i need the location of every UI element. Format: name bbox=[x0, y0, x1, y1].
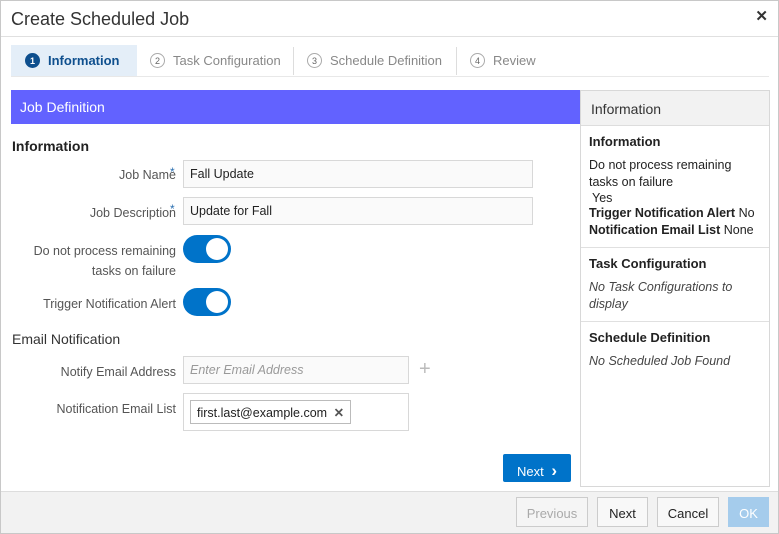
summary-task-section: Task Configuration No Task Configuration… bbox=[581, 248, 769, 322]
step-number: 2 bbox=[150, 53, 165, 68]
step-review[interactable]: 4 Review bbox=[470, 45, 550, 76]
summary-trigger-label: Trigger Notification Alert bbox=[589, 206, 736, 220]
step-train: 1 Information 2 Task Configuration 3 Sch… bbox=[11, 45, 769, 77]
step-task-configuration[interactable]: 2 Task Configuration bbox=[150, 45, 290, 76]
toggle-knob bbox=[206, 291, 228, 313]
dialog-titlebar: Create Scheduled Job ✕ bbox=[1, 1, 778, 37]
summary-schedule-section: Schedule Definition No Scheduled Job Fou… bbox=[581, 322, 769, 378]
step-label: Information bbox=[48, 53, 120, 68]
close-icon[interactable]: ✕ bbox=[755, 7, 768, 25]
no-process-label-line2: tasks on failure bbox=[91, 264, 176, 278]
next-step-button[interactable]: Next › bbox=[503, 454, 571, 482]
notify-email-input[interactable]: Enter Email Address bbox=[183, 356, 409, 384]
job-description-label: Job Description bbox=[89, 206, 176, 220]
summary-schedule-title: Schedule Definition bbox=[589, 330, 711, 345]
job-name-label: Job Name bbox=[119, 168, 176, 182]
summary-email-list-label: Notification Email List bbox=[589, 223, 721, 237]
job-definition-header: Job Definition bbox=[11, 90, 580, 124]
remove-email-icon[interactable]: ✕ bbox=[334, 406, 344, 420]
email-chip-text: first.last@example.com bbox=[197, 406, 328, 420]
required-indicator: * bbox=[170, 165, 175, 179]
step-schedule-definition[interactable]: 3 Schedule Definition bbox=[307, 45, 457, 76]
summary-header: Information bbox=[581, 91, 769, 126]
dialog-footer: Previous Next Cancel OK bbox=[1, 491, 778, 533]
summary-trigger-value: No bbox=[738, 206, 755, 220]
footer-next-button[interactable]: Next bbox=[597, 497, 648, 527]
step-divider bbox=[456, 47, 457, 75]
create-scheduled-job-dialog: Create Scheduled Job ✕ 1 Information 2 T… bbox=[0, 0, 779, 534]
chevron-right-icon: › bbox=[551, 461, 558, 480]
job-name-input[interactable]: Fall Update bbox=[183, 160, 533, 188]
summary-task-text: No Task Configurations to display bbox=[589, 280, 733, 311]
summary-task-title: Task Configuration bbox=[589, 256, 707, 271]
information-summary-panel: Information Information Do not process r… bbox=[580, 90, 770, 487]
step-number: 4 bbox=[470, 53, 485, 68]
step-number: 3 bbox=[307, 53, 322, 68]
summary-schedule-text: No Scheduled Job Found bbox=[589, 354, 731, 368]
step-label: Review bbox=[493, 53, 536, 68]
summary-no-process-label: Do not process remaining tasks on failur… bbox=[589, 158, 732, 189]
trigger-alert-label: Trigger Notification Alert bbox=[43, 297, 176, 311]
previous-button[interactable]: Previous bbox=[516, 497, 588, 527]
step-label: Schedule Definition bbox=[330, 53, 443, 68]
no-process-label-line1: Do not process remaining bbox=[33, 244, 176, 258]
dialog-title: Create Scheduled Job bbox=[11, 9, 190, 29]
add-email-icon[interactable]: + bbox=[419, 358, 431, 381]
summary-email-list-value: None bbox=[723, 223, 754, 237]
cancel-button[interactable]: Cancel bbox=[657, 497, 719, 527]
next-step-label: Next bbox=[516, 464, 544, 479]
email-list-label: Notification Email List bbox=[56, 402, 177, 416]
ok-button[interactable]: OK bbox=[728, 497, 769, 527]
no-process-toggle[interactable] bbox=[183, 235, 231, 263]
email-list-field[interactable]: first.last@example.com ✕ bbox=[183, 393, 409, 431]
job-description-input[interactable]: Update for Fall bbox=[183, 197, 533, 225]
step-label: Task Configuration bbox=[173, 53, 281, 68]
step-information[interactable]: 1 Information bbox=[11, 45, 137, 76]
information-heading: Information bbox=[12, 138, 89, 154]
trigger-alert-toggle[interactable] bbox=[183, 288, 231, 316]
step-divider bbox=[293, 47, 294, 75]
notify-email-label: Notify Email Address bbox=[60, 365, 176, 379]
summary-information-section: Information Do not process remaining tas… bbox=[581, 126, 769, 248]
toggle-knob bbox=[206, 238, 228, 260]
step-number: 1 bbox=[25, 53, 40, 68]
required-indicator: * bbox=[170, 202, 175, 216]
email-chip: first.last@example.com ✕ bbox=[190, 400, 352, 424]
email-notification-heading: Email Notification bbox=[12, 331, 121, 347]
summary-information-title: Information bbox=[589, 134, 661, 149]
summary-no-process-value: Yes bbox=[592, 191, 613, 205]
